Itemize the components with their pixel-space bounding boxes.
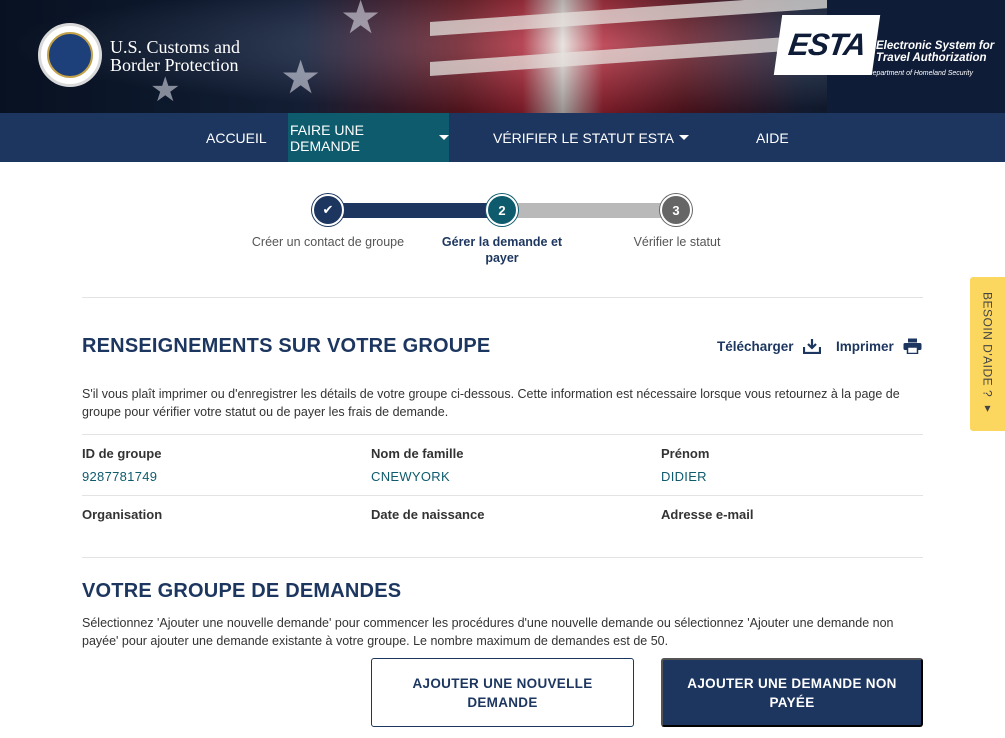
birth-date-label: Date de naissance <box>371 507 485 522</box>
last-name-label: Nom de famille <box>371 446 464 461</box>
checkmark-icon: ✔ <box>322 202 334 217</box>
applications-description: Sélectionnez 'Ajouter une nouvelle deman… <box>82 616 894 648</box>
dhs-seal-logo[interactable] <box>38 23 102 87</box>
stepper-track-complete <box>328 203 502 218</box>
field-divider <box>82 434 923 435</box>
section-divider <box>82 557 923 558</box>
print-link[interactable]: Imprimer <box>836 338 922 354</box>
add-unpaid-application-button[interactable]: AJOUTER UNE DEMANDE NON PAYÉE <box>661 658 923 727</box>
main-nav: ACCUEIL FAIRE UNE DEMANDE VÉRIFIER LE ST… <box>0 113 1005 162</box>
step-2-dot: 2 <box>486 194 518 226</box>
step-1-label: Créer un contact de groupe <box>251 235 405 249</box>
printer-icon <box>903 338 922 354</box>
group-info-description: S'il vous plaît imprimer ou d'enregistre… <box>82 387 900 419</box>
download-icon <box>802 339 821 354</box>
section-divider <box>82 297 923 298</box>
agency-name[interactable]: U.S. Customs and Border Protection <box>110 38 240 74</box>
chevron-down-icon <box>439 135 449 140</box>
flag-star-icon: ★ <box>280 51 322 103</box>
nav-item-accueil[interactable]: ACCUEIL <box>206 113 267 162</box>
flag-star-icon: ★ <box>150 71 181 109</box>
esta-logo[interactable]: ESTA <box>773 15 881 75</box>
stepper-track-pending <box>502 203 676 218</box>
help-tab-label: BESOIN D'AIDE ? ▾ <box>980 292 995 416</box>
step-1-dot: ✔ <box>312 194 344 226</box>
email-label: Adresse e-mail <box>661 507 754 522</box>
help-tab[interactable]: BESOIN D'AIDE ? ▾ <box>970 277 1005 431</box>
group-info-title: RENSEIGNEMENTS SUR VOTRE GROUPE <box>82 335 491 357</box>
add-new-application-button[interactable]: AJOUTER UNE NOUVELLE DEMANDE <box>371 658 634 727</box>
first-name-label: Prénom <box>661 446 710 461</box>
flag-star-icon: ★ <box>340 0 382 43</box>
applications-title: VOTRE GROUPE DE DEMANDES <box>82 580 402 602</box>
esta-full-name: Electronic System for Travel Authorizati… <box>876 40 995 64</box>
esta-department: U.S. Department of Homeland Security <box>852 70 973 77</box>
step-3-label: Vérifier le statut <box>633 235 721 249</box>
field-divider <box>82 495 923 496</box>
nav-item-faire-une-demande[interactable]: FAIRE UNE DEMANDE <box>288 113 449 162</box>
nav-item-verifier-statut[interactable]: VÉRIFIER LE STATUT ESTA <box>493 113 689 162</box>
first-name-value: DIDIER <box>661 469 707 484</box>
group-id-value: 9287781749 <box>82 469 158 484</box>
nav-item-aide[interactable]: AIDE <box>756 113 789 162</box>
eagle-seal-icon <box>47 32 93 78</box>
group-id-label: ID de groupe <box>82 446 162 461</box>
organization-label: Organisation <box>82 507 163 522</box>
last-name-value: CNEWYORK <box>371 469 450 484</box>
step-3-dot: 3 <box>660 194 692 226</box>
chevron-down-icon <box>679 135 689 140</box>
step-2-label: Gérer la demande et payer <box>441 235 563 265</box>
download-link[interactable]: Télécharger <box>717 338 821 354</box>
